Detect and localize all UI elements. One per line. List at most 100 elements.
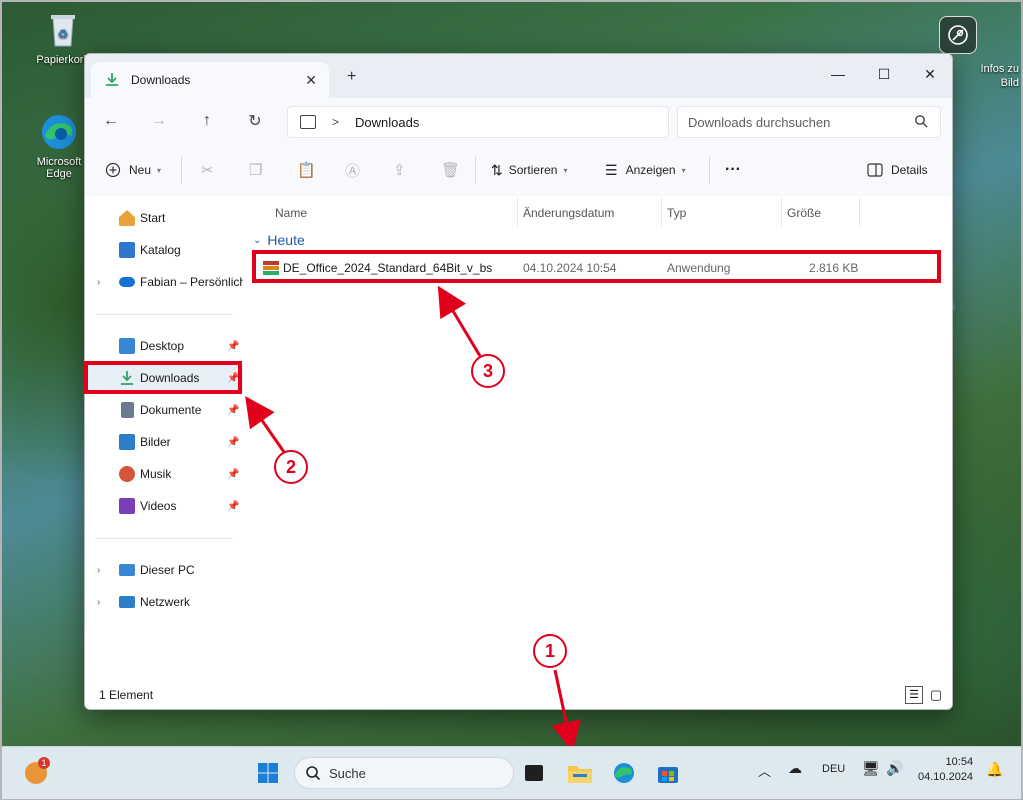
- tab-label: Downloads: [131, 73, 191, 87]
- sidebar-item-label: Dokumente: [140, 403, 202, 417]
- sort-icon: ⇅: [491, 161, 503, 178]
- taskbar-edge[interactable]: [608, 757, 640, 789]
- store-icon: [658, 767, 678, 783]
- tab-downloads[interactable]: Downloads ✕: [91, 62, 329, 98]
- refresh-icon[interactable]: ↻: [241, 108, 269, 134]
- callout-3: 3: [471, 354, 505, 388]
- sidebar-item-label: Start: [140, 211, 166, 225]
- windows-logo-icon: [258, 763, 278, 783]
- tray-overflow-chevron-icon[interactable]: ︿: [758, 761, 771, 780]
- forward-arrow-icon[interactable]: →: [145, 108, 173, 134]
- more-options-button[interactable]: ···: [725, 158, 741, 182]
- camera-icon: [948, 25, 968, 45]
- clock[interactable]: 10:54 04.10.2024: [918, 755, 973, 785]
- chevron-right-icon[interactable]: ›: [97, 565, 100, 576]
- sort-button[interactable]: ⇅ Sortieren ▾: [491, 158, 567, 182]
- bell-icon[interactable]: 🔔: [986, 761, 1003, 778]
- group-label: Heute: [267, 232, 305, 248]
- breadcrumb-separator: >: [332, 115, 340, 129]
- new-tab-button[interactable]: +: [347, 68, 356, 86]
- navigation-pane: Start Katalog › Fabian – Persönlich Desk…: [85, 196, 246, 682]
- bing-text-line1: Infos zu: [980, 63, 1019, 75]
- task-view-button[interactable]: [518, 757, 550, 789]
- sidebar-item-katalog[interactable]: Katalog: [85, 236, 243, 264]
- toolbar-divider: [709, 156, 710, 184]
- start-button[interactable]: [252, 757, 284, 789]
- search-icon: [306, 766, 321, 781]
- breadcrumb-downloads[interactable]: Downloads: [355, 115, 419, 130]
- view-label: Anzeigen: [625, 163, 676, 177]
- taskbar-store[interactable]: [652, 757, 684, 789]
- copy-icon[interactable]: ❐: [249, 158, 262, 182]
- sort-label: Sortieren: [508, 163, 558, 177]
- network-icon: [119, 596, 135, 608]
- column-header-date[interactable]: Änderungsdatum: [523, 202, 614, 224]
- volume-icon[interactable]: 🔊: [886, 760, 903, 777]
- chevron-right-icon[interactable]: ›: [97, 277, 100, 288]
- address-bar[interactable]: > Downloads: [287, 106, 669, 138]
- notification-badge: 1: [38, 757, 50, 769]
- maximize-button[interactable]: ☐: [861, 60, 907, 88]
- up-arrow-icon[interactable]: ↑: [193, 108, 221, 134]
- recycle-bin-icon: ♻: [43, 10, 83, 50]
- toolbar-divider: [181, 156, 182, 184]
- sidebar-item-musik[interactable]: Musik 📌: [85, 460, 243, 488]
- taskbar-search[interactable]: Suche: [294, 757, 514, 789]
- bing-text-line2: Bild: [1000, 77, 1019, 89]
- taskbar: 1 Suche ︿ ☁ DEU 🖥 🔊 10:54 04.10.2024 🔔: [2, 746, 1021, 799]
- tray-network-status-icon[interactable]: ☁: [788, 760, 802, 777]
- sidebar-item-label: Bilder: [140, 435, 171, 449]
- sidebar-item-label: Netzwerk: [140, 595, 191, 609]
- details-view-icon[interactable]: ☰: [905, 686, 923, 704]
- sidebar-item-label: Desktop: [140, 339, 185, 353]
- minimize-button[interactable]: —: [815, 60, 861, 88]
- edge-icon: [39, 112, 79, 152]
- close-button[interactable]: ✕: [907, 60, 952, 88]
- search-input[interactable]: Downloads durchsuchen: [677, 106, 941, 138]
- taskbar-file-explorer[interactable]: [564, 757, 596, 789]
- new-button-label: Neu: [129, 163, 152, 177]
- new-button[interactable]: Neu ▾: [105, 158, 161, 182]
- tiles-view-icon[interactable]: ▢: [927, 686, 945, 704]
- sidebar-item-dokumente[interactable]: Dokumente 📌: [85, 396, 243, 424]
- back-arrow-icon[interactable]: ←: [97, 108, 125, 134]
- column-header-type[interactable]: Typ: [667, 202, 686, 224]
- details-button[interactable]: Details: [867, 158, 928, 182]
- language-indicator[interactable]: DEU: [822, 763, 845, 775]
- gallery-icon: [119, 242, 135, 258]
- clock-time: 10:54: [945, 756, 974, 768]
- column-header-name[interactable]: Name: [275, 202, 307, 224]
- svg-text:♻: ♻: [58, 27, 69, 41]
- chevron-right-icon[interactable]: ›: [97, 597, 100, 608]
- plus-circle-icon: [105, 162, 121, 178]
- pictures-icon: [119, 434, 135, 450]
- clock-date: 04.10.2024: [918, 771, 974, 783]
- view-button[interactable]: ☰ Anzeigen ▾: [605, 158, 686, 182]
- sidebar-item-netzwerk[interactable]: › Netzwerk: [85, 588, 243, 616]
- share-icon[interactable]: ⇪: [393, 158, 406, 182]
- group-header-today[interactable]: ⌄ Heute: [253, 232, 305, 248]
- bing-info-text: Infos zu Bild: [980, 62, 1019, 90]
- sidebar-item-videos[interactable]: Videos 📌: [85, 492, 243, 520]
- tray-device-icon[interactable]: 🖥: [862, 760, 880, 777]
- desktop-folder-icon: [119, 338, 135, 354]
- delete-icon[interactable]: 🗑: [441, 158, 460, 182]
- sidebar-item-onedrive[interactable]: › Fabian – Persönlich: [85, 268, 246, 296]
- callout-1: 1: [533, 634, 567, 668]
- weather-widget[interactable]: 1: [20, 757, 52, 789]
- home-icon: [119, 210, 135, 226]
- task-view-icon: [525, 765, 543, 781]
- search-placeholder: Downloads durchsuchen: [688, 114, 831, 130]
- column-header-size[interactable]: Größe: [787, 202, 821, 224]
- rename-icon[interactable]: Ⓐ: [345, 158, 360, 182]
- tab-close-icon[interactable]: ✕: [305, 72, 317, 89]
- folder-icon: [568, 766, 592, 783]
- bing-info-button[interactable]: [939, 16, 977, 54]
- column-divider: [859, 198, 860, 226]
- sidebar-item-bilder[interactable]: Bilder 📌: [85, 428, 243, 456]
- sidebar-item-start[interactable]: Start: [85, 204, 243, 232]
- sidebar-item-desktop[interactable]: Desktop 📌: [85, 332, 243, 360]
- cut-icon[interactable]: ✂: [201, 158, 214, 182]
- paste-icon[interactable]: 📋: [297, 158, 316, 182]
- sidebar-item-dieser-pc[interactable]: › Dieser PC: [85, 556, 243, 584]
